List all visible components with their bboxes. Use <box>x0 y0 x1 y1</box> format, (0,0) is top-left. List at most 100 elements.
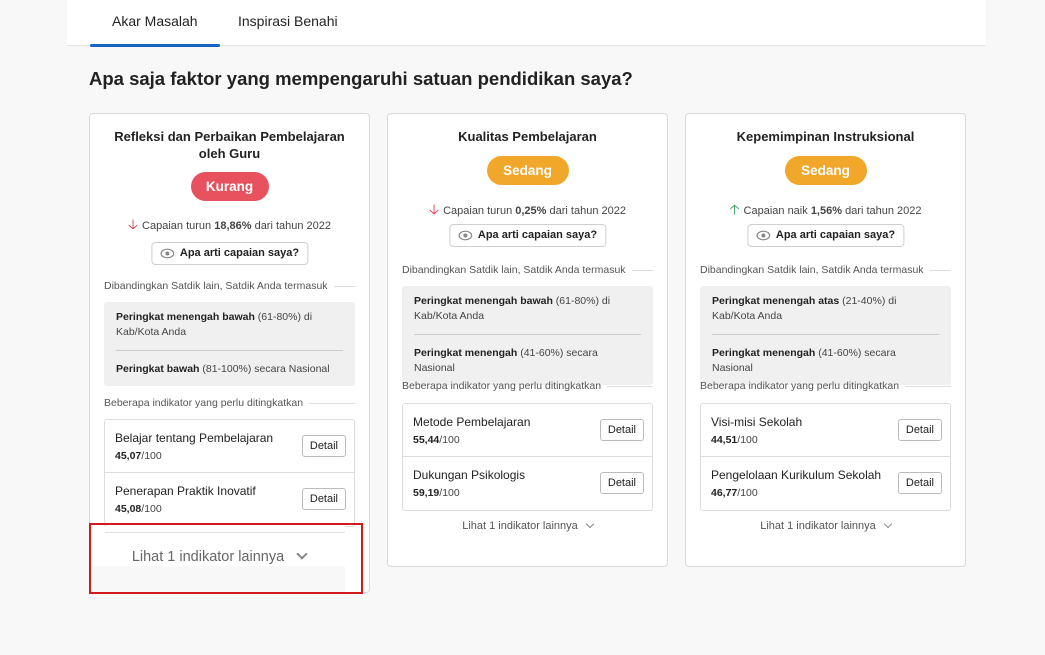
indicator-score-value: 46,77 <box>711 487 738 499</box>
more-indicators-link[interactable]: Lihat 1 indikator lainnya <box>388 519 667 532</box>
rank-national: Peringkat bawah (81-100%) secara Nasiona… <box>116 351 343 386</box>
trend-prefix: Capaian naik <box>743 205 811 217</box>
rank-regional: Peringkat menengah bawah (61-80%) di Kab… <box>116 302 343 351</box>
divider <box>333 285 355 287</box>
detail-button[interactable]: Detail <box>301 435 346 457</box>
card-title: Refleksi dan Perbaikan Pembelajaran oleh… <box>114 129 345 161</box>
compare-label-text: Dibandingkan Satdik lain, Satdik Anda te… <box>104 280 328 292</box>
trend-suffix: dari tahun 2022 <box>546 205 626 217</box>
status-badge: Sedang <box>784 156 867 185</box>
divider <box>905 385 951 387</box>
tab-akar-masalah[interactable]: Akar Masalah <box>90 0 220 47</box>
indicator-name: Penerapan Praktik Inovatif <box>115 484 256 498</box>
status-badge: Kurang <box>190 172 269 201</box>
info-button-label: Apa arti capaian saya? <box>775 229 896 241</box>
compare-label: Dibandingkan Satdik lain, Satdik Anda te… <box>700 264 951 276</box>
more-indicators-label: Lihat 1 indikator lainnya <box>760 520 876 532</box>
trend-prefix: Capaian turun <box>443 205 516 217</box>
indicator-score: 59,19/100 <box>413 487 460 499</box>
trend-prefix: Capaian turun <box>142 220 215 232</box>
indicator-score-max: /100 <box>141 503 162 515</box>
indicator-score: 46,77/100 <box>711 487 758 499</box>
indicator-row: Dukungan Psikologis 59,19/100 Detail <box>403 457 652 510</box>
chevron-down-icon <box>296 548 308 560</box>
tab-inspirasi-benahi[interactable]: Inspirasi Benahi <box>238 0 338 46</box>
indicator-list: Visi-misi Sekolah 44,51/100 Detail Penge… <box>700 403 951 511</box>
indicator-row: Visi-misi Sekolah 44,51/100 Detail <box>701 404 950 457</box>
indicator-row: Belajar tentang Pembelajaran 45,07/100 D… <box>105 420 354 473</box>
indicators-label-text: Beberapa indikator yang perlu ditingkatk… <box>104 397 304 409</box>
card-title: Kualitas Pembelajaran <box>458 129 597 144</box>
indicator-score-value: 59,19 <box>413 487 440 499</box>
detail-button[interactable]: Detail <box>599 472 644 494</box>
detail-button[interactable]: Detail <box>301 488 346 510</box>
indicator-row: Penerapan Praktik Inovatif 45,08/100 Det… <box>105 473 354 526</box>
indicator-list: Belajar tentang Pembelajaran 45,07/100 D… <box>104 419 355 527</box>
trend-suffix: dari tahun 2022 <box>251 220 332 232</box>
more-indicators-label: Lihat 1 indikator lainnya <box>131 549 285 565</box>
indicator-list: Metode Pembelajaran 55,44/100 Detail Duk… <box>402 403 653 511</box>
indicator-name: Visi-misi Sekolah <box>711 415 803 429</box>
indicator-score-max: /100 <box>737 434 758 446</box>
rank-regional: Peringkat menengah bawah (61-80%) di Kab… <box>414 286 641 335</box>
info-button[interactable]: Apa arti capaian saya? <box>150 242 309 265</box>
rank-regional: Peringkat menengah atas (21-40%) di Kab/… <box>712 286 939 335</box>
eye-icon <box>755 230 770 241</box>
detail-button[interactable]: Detail <box>897 419 942 441</box>
chevron-down-icon <box>585 519 595 529</box>
compare-label: Dibandingkan Satdik lain, Satdik Anda te… <box>402 264 653 276</box>
rank-box: Peringkat menengah atas (21-40%) di Kab/… <box>700 286 951 385</box>
factor-card-kualitas: Kualitas Pembelajaran Sedang 🡣 Capaian tu… <box>387 113 668 567</box>
chevron-down-icon <box>883 519 893 529</box>
rank-national: Peringkat menengah (41-60%) secara Nasio… <box>414 335 641 385</box>
indicator-name: Belajar tentang Pembelajaran <box>115 431 274 445</box>
compare-label-text: Dibandingkan Satdik lain, Satdik Anda te… <box>700 264 924 276</box>
trend-text: 🡡 Capaian naik 1,56% dari tahun 2022 <box>686 199 965 223</box>
card-title: Kepemimpinan Instruksional <box>736 129 915 144</box>
trend-text: 🡣 Capaian turun 0,25% dari tahun 2022 <box>388 199 667 223</box>
detail-button[interactable]: Detail <box>599 419 644 441</box>
more-indicators-link[interactable]: Lihat 1 indikator lainnya <box>686 519 965 532</box>
indicators-label: Beberapa indikator yang perlu ditingkatk… <box>402 380 653 392</box>
eye-icon <box>159 248 174 259</box>
indicator-score: 55,44/100 <box>413 434 460 446</box>
indicator-score-value: 45,07 <box>115 450 142 462</box>
divider <box>929 269 951 271</box>
indicators-label: Beberapa indikator yang perlu ditingkatk… <box>700 380 951 392</box>
info-button[interactable]: Apa arti capaian saya? <box>448 224 607 247</box>
status-badge: Sedang <box>486 156 569 185</box>
indicator-score: 44,51/100 <box>711 434 758 446</box>
factor-card-kepemimpinan: Kepemimpinan Instruksional Sedang 🡡 Capai… <box>685 113 966 567</box>
rank-box: Peringkat menengah bawah (61-80%) di Kab… <box>402 286 653 385</box>
trend-suffix: dari tahun 2022 <box>842 205 922 217</box>
more-indicators-label: Lihat 1 indikator lainnya <box>462 520 578 532</box>
indicator-score-max: /100 <box>141 450 162 462</box>
rank-box: Peringkat menengah bawah (61-80%) di Kab… <box>104 302 355 386</box>
rank-regional-bold: Peringkat menengah bawah <box>414 295 553 307</box>
indicator-name: Pengelolaan Kurikulum Sekolah <box>711 468 882 482</box>
trend-value: 0,25% <box>515 205 547 217</box>
info-button[interactable]: Apa arti capaian saya? <box>746 224 905 247</box>
info-button-label: Apa arti capaian saya? <box>179 247 300 259</box>
rank-regional-bold: Peringkat menengah atas <box>712 295 840 307</box>
rank-national-bold: Peringkat menengah <box>712 347 816 359</box>
compare-label: Dibandingkan Satdik lain, Satdik Anda te… <box>104 280 355 292</box>
rank-national: Peringkat menengah (41-60%) secara Nasio… <box>712 335 939 385</box>
indicator-name: Metode Pembelajaran <box>413 415 531 429</box>
arrow-up-icon: 🡡 <box>729 201 740 217</box>
indicator-row: Metode Pembelajaran 55,44/100 Detail <box>403 404 652 457</box>
arrow-down-icon: 🡣 <box>127 216 139 232</box>
top-tab-bar: Akar Masalah Inspirasi Benahi <box>67 0 986 47</box>
more-indicators-link-zoomed[interactable]: Lihat 1 indikator lainnya <box>93 548 345 565</box>
indicator-name: Dukungan Psikologis <box>413 468 526 482</box>
indicator-score-value: 45,08 <box>115 503 142 515</box>
indicator-score-value: 44,51 <box>711 434 738 446</box>
divider <box>309 402 355 404</box>
detail-button[interactable]: Detail <box>897 472 942 494</box>
indicator-score-max: /100 <box>737 487 758 499</box>
info-button-label: Apa arti capaian saya? <box>477 229 598 241</box>
trend-value: 1,56% <box>810 205 843 217</box>
indicator-score: 45,07/100 <box>115 450 162 462</box>
factor-card-refleksi: Refleksi dan Perbaikan Pembelajaran oleh… <box>89 113 370 593</box>
indicators-label-text: Beberapa indikator yang perlu ditingkatk… <box>700 380 900 392</box>
